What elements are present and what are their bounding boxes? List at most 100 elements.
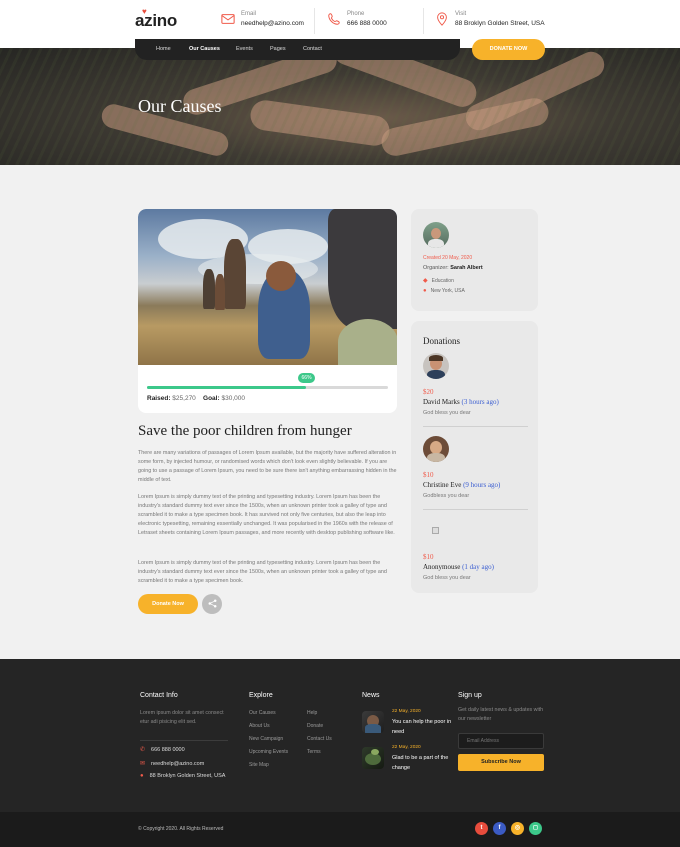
news-thumbnail: [362, 747, 384, 769]
footer-link[interactable]: Help: [307, 710, 317, 716]
header-phone[interactable]: Phone 666 888 0000: [327, 10, 417, 32]
raised-value: $25,270: [172, 395, 196, 402]
divider: [423, 426, 528, 427]
footer-link[interactable]: Contact Us: [307, 736, 332, 742]
nav-our-causes[interactable]: Our Causes: [189, 46, 220, 52]
photo-figure: [224, 239, 246, 309]
share-icon: [208, 599, 216, 608]
photo-cloth: [338, 319, 397, 365]
donation-time: (9 hours ago): [463, 481, 501, 489]
phone-icon: ✆: [140, 747, 146, 753]
news-thumbnail: [362, 711, 384, 733]
footer-link[interactable]: New Campaign: [249, 736, 283, 742]
progress-fill: [147, 386, 307, 389]
dribbble-icon[interactable]: ◎: [511, 822, 524, 835]
logo[interactable]: ♥ azino: [135, 7, 177, 31]
footer-news-title: News: [362, 692, 380, 699]
nav-home[interactable]: Home: [156, 46, 171, 52]
donation-message: God bless you dear: [423, 410, 471, 416]
category-line: ◆ Education: [423, 277, 454, 284]
donation-amount: $10: [423, 553, 434, 561]
news-title: You can help the poor in need: [392, 719, 452, 735]
phone-value: 666 888 0000: [347, 20, 387, 27]
visit-value: 88 Broklyn Golden Street, USA: [455, 20, 545, 27]
cause-paragraph: Lorem Ipsum is simply dummy text of the …: [138, 560, 387, 584]
donor-name: David Marks (3 hours ago): [423, 398, 499, 406]
footer-link[interactable]: Our Causes: [249, 710, 276, 716]
cause-title: Save the poor children from hunger: [138, 423, 352, 439]
donation-message: Godbless you dear: [423, 493, 470, 499]
instagram-icon[interactable]: ◻: [529, 822, 542, 835]
donate-now-button[interactable]: Donate Now: [138, 594, 198, 614]
footer-link[interactable]: Site Map: [249, 762, 269, 768]
footer-address[interactable]: ● 88 Broklyn Golden Street, USA: [140, 773, 225, 779]
hero-texture: [0, 48, 680, 165]
footer: Contact Info Lorem ipsum dolor sit amet …: [0, 659, 680, 812]
photo-adult: [328, 209, 397, 329]
donor-name: Anonymouse (1 day ago): [423, 563, 494, 571]
footer-signup-text: Get daily latest news & updates with our…: [458, 707, 544, 722]
twitter-icon[interactable]: t: [475, 822, 488, 835]
nav-events[interactable]: Events: [236, 46, 253, 52]
organizer-line: Organizer: Sarah Albert: [423, 265, 483, 271]
bottom-bar: © Copyright 2020. All Rights Reserved t …: [0, 812, 680, 847]
footer-link[interactable]: Donate: [307, 723, 323, 729]
progress-percent-badge: 66%: [298, 373, 316, 383]
header-email[interactable]: Email needhelp@azino.com: [221, 10, 321, 32]
news-date: 22 May, 2020: [392, 709, 421, 714]
nav-pages[interactable]: Pages: [270, 46, 286, 52]
phone-icon: [328, 13, 340, 25]
footer-signup-title: Sign up: [458, 692, 482, 699]
organizer-name: Sarah Albert: [450, 265, 483, 271]
footer-phone[interactable]: ✆ 666 888 0000: [140, 746, 185, 753]
goal-value: $30,000: [221, 395, 245, 402]
donor-name-text: Christine Eve: [423, 481, 462, 489]
photo-figure: [203, 269, 215, 309]
email-label: Email: [241, 11, 257, 17]
anonymous-avatar-icon: [432, 527, 439, 534]
cause-image: [138, 209, 397, 365]
nav-contact[interactable]: Contact: [303, 46, 322, 52]
divider: [314, 8, 315, 34]
donor-name-text: David Marks: [423, 398, 460, 406]
header-visit[interactable]: Visit 88 Broklyn Golden Street, USA: [435, 10, 555, 32]
donation-message: God bless you dear: [423, 575, 471, 581]
goal-label: Goal:: [203, 395, 220, 402]
location-line: ● New York, USA: [423, 288, 465, 294]
photo-child-face: [266, 261, 296, 291]
facebook-icon[interactable]: f: [493, 822, 506, 835]
footer-explore-title: Explore: [249, 692, 273, 699]
email-value: needhelp@azino.com: [241, 20, 304, 27]
phone-label: Phone: [347, 11, 365, 17]
photo-figure: [215, 274, 225, 310]
tag-icon: ◆: [423, 278, 428, 284]
footer-link[interactable]: Upcoming Events: [249, 749, 288, 755]
footer-contact-title: Contact Info: [140, 692, 178, 699]
donate-now-button[interactable]: DONATE NOW: [472, 39, 545, 60]
cause-card: 66% Raised: $25,270 Goal: $30,000: [138, 209, 397, 413]
visit-label: Visit: [455, 11, 467, 17]
cause-paragraph: There are many variations of passages of…: [138, 450, 397, 483]
donation-amount: $10: [423, 471, 434, 479]
divider: [423, 509, 528, 510]
map-pin-icon: ●: [140, 773, 144, 779]
main-nav: Home Our Causes Events Pages Contact: [135, 39, 460, 60]
page-title: Our Causes: [138, 96, 222, 116]
organizer-card: Created 20 May, 2020 Organizer: Sarah Al…: [411, 209, 538, 311]
footer-contact-text: Lorem ipsum dolor sit amet consect etur …: [140, 710, 224, 725]
footer-link[interactable]: About Us: [249, 723, 270, 729]
share-button[interactable]: [202, 594, 222, 614]
newsletter-email-input[interactable]: [458, 733, 544, 749]
copyright: © Copyright 2020. All Rights Reserved: [138, 826, 224, 832]
hero-banner: [0, 48, 680, 165]
location-value: New York, USA: [430, 288, 465, 294]
donation-time: (1 day ago): [462, 563, 494, 571]
map-pin-icon: [437, 12, 447, 26]
progress-bar: [147, 386, 388, 389]
donor-avatar: [423, 353, 449, 379]
footer-email[interactable]: ✉ needhelp@azino.com: [140, 760, 204, 767]
subscribe-button[interactable]: Subscribe Now: [458, 754, 544, 771]
divider: [140, 740, 228, 741]
footer-link[interactable]: Terms: [307, 749, 321, 755]
cause-paragraph: Lorem Ipsum is simply dummy text of the …: [138, 494, 395, 536]
